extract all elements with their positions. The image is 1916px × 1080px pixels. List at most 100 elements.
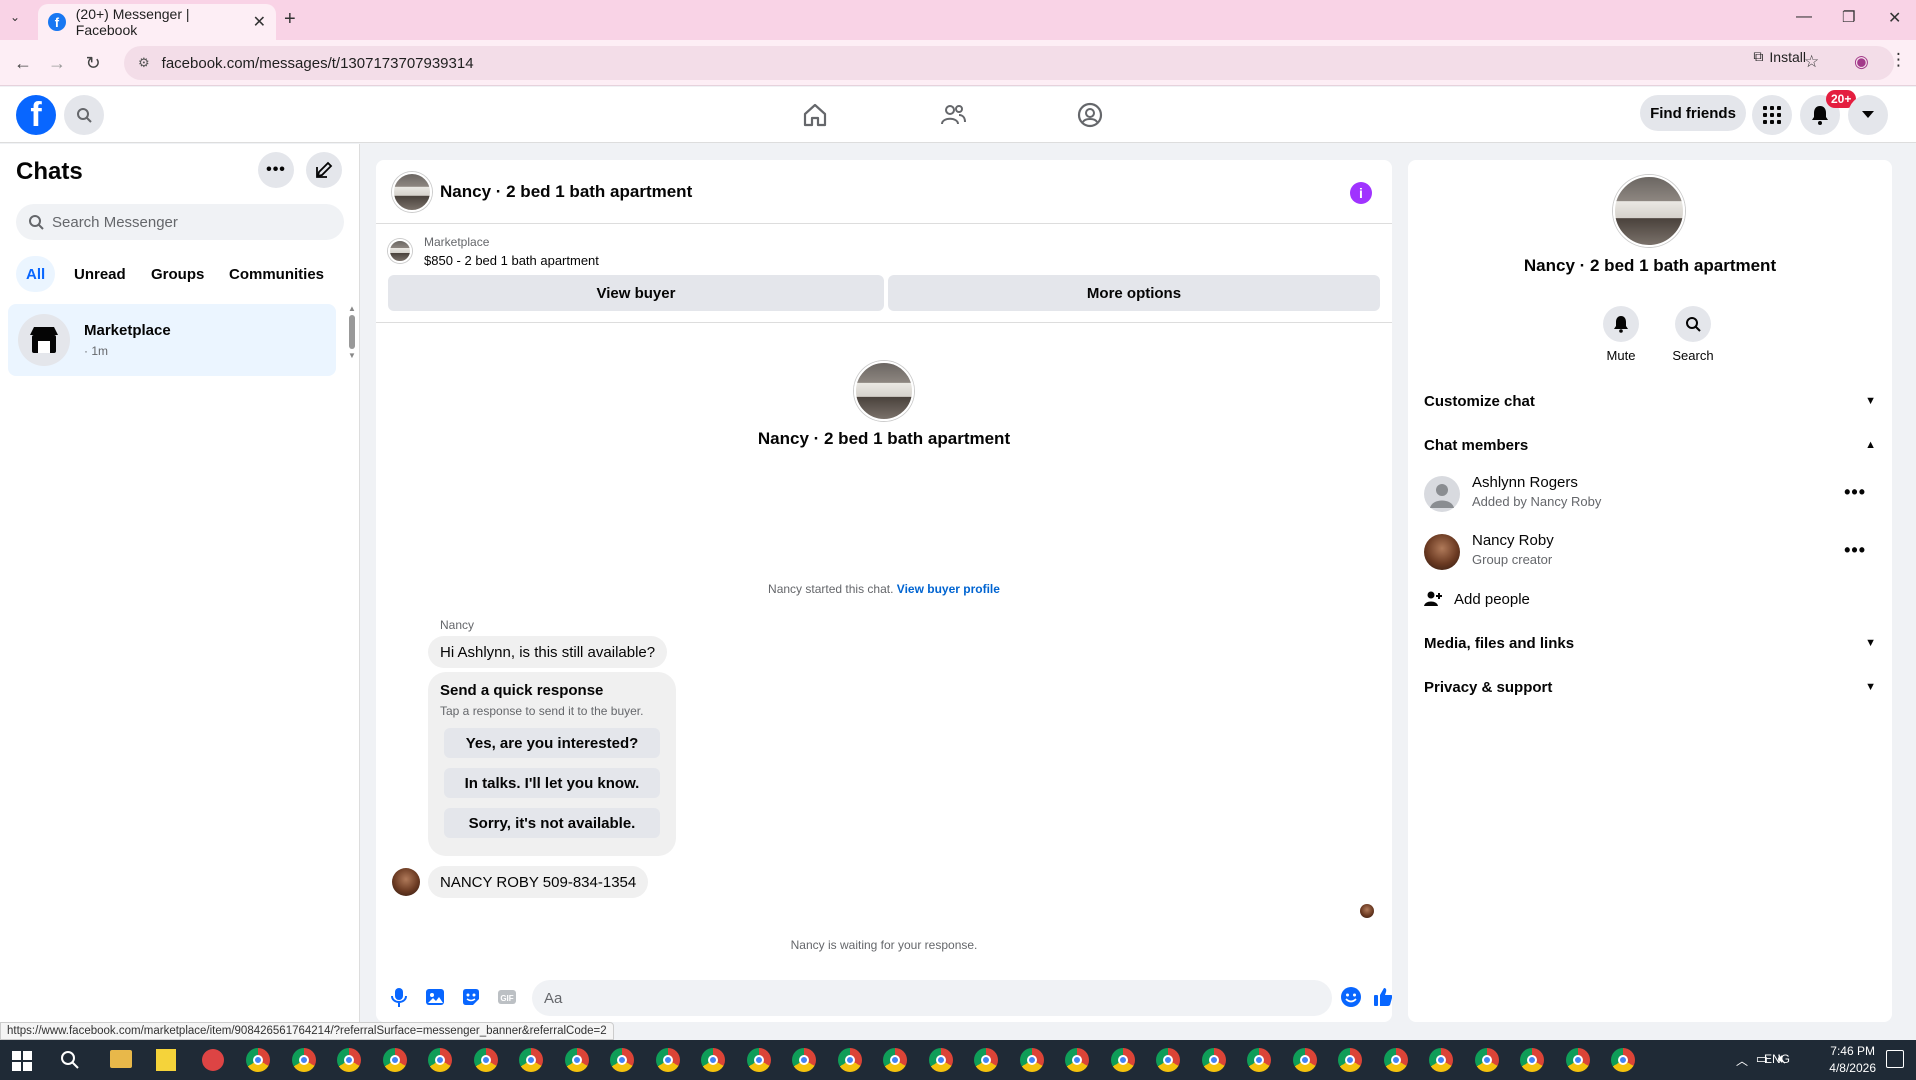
chrome-window-icon[interactable] [974,1048,998,1072]
info-icon[interactable]: i [1350,182,1372,204]
windows-start-icon[interactable] [12,1051,32,1071]
search-icon[interactable] [64,95,104,135]
chrome-window-icon[interactable] [1156,1048,1180,1072]
scroll-down-icon[interactable]: ▼ [348,351,356,360]
file-explorer-icon[interactable] [110,1050,132,1068]
notification-center-icon[interactable] [1886,1050,1904,1068]
media-files-section[interactable]: Media, files and links ▼ [1424,623,1876,663]
member-options-icon[interactable]: ••• [1844,540,1866,561]
chrome-window-icon[interactable] [1019,1048,1044,1072]
install-button[interactable]: ⧉ Install [1753,48,1806,65]
chrome-window-icon[interactable] [1520,1048,1544,1072]
chat-list-scrollbar[interactable]: ▲ ▼ [348,304,356,364]
chrome-window-icon[interactable] [1065,1048,1089,1072]
friends-icon[interactable] [939,101,967,129]
quick-response-yes-button[interactable]: Yes, are you interested? [444,728,660,758]
sticky-notes-icon[interactable] [156,1049,176,1071]
chrome-window-icon[interactable] [837,1048,862,1072]
taskbar-search-icon[interactable] [60,1050,80,1074]
chrome-window-icon[interactable] [246,1048,270,1072]
site-info-icon[interactable]: ⚙ [138,55,150,71]
tray-chevron-icon[interactable]: ︿ [1736,1052,1748,1069]
minimize-icon[interactable]: — [1796,8,1812,26]
new-message-icon[interactable] [306,152,342,188]
customize-chat-section[interactable]: Customize chat ▼ [1424,381,1876,421]
chrome-window-icon[interactable] [928,1048,953,1072]
more-options-button[interactable]: More options [888,275,1380,311]
filter-all[interactable]: All [16,256,56,292]
chrome-window-icon[interactable] [428,1048,452,1072]
sticker-icon[interactable] [460,986,482,1008]
chrome-window-icon[interactable] [519,1048,543,1072]
filter-groups[interactable]: Groups [141,256,214,292]
quick-response-in-talks-button[interactable]: In talks. I'll let you know. [444,768,660,798]
photo-icon[interactable] [424,986,446,1008]
find-friends-button[interactable]: Find friends [1640,95,1746,131]
chrome-window-icon[interactable] [1338,1048,1362,1072]
filter-communities[interactable]: Communities [219,256,334,292]
bookmark-star-icon[interactable]: ☆ [1804,52,1819,72]
member-options-icon[interactable]: ••• [1844,482,1866,503]
view-buyer-profile-link[interactable]: View buyer profile [897,582,1000,596]
app-icon[interactable] [202,1049,224,1071]
quick-response-not-available-button[interactable]: Sorry, it's not available. [444,808,660,838]
chrome-window-icon[interactable] [1201,1048,1226,1072]
chrome-window-icon[interactable] [1292,1048,1317,1072]
reload-icon[interactable]: ↻ [80,50,106,76]
chrome-window-icon[interactable] [792,1048,816,1072]
forward-icon[interactable]: → [44,50,70,76]
message-bubble[interactable]: NANCY ROBY 509-834-1354 [428,866,649,898]
browser-menu-icon[interactable]: ⋮ [1890,50,1907,70]
sender-avatar[interactable] [392,868,420,896]
chrome-window-icon[interactable] [1565,1048,1590,1072]
gif-icon[interactable]: GIF [496,986,518,1008]
language-indicator[interactable]: ENG [1764,1052,1790,1066]
scroll-up-icon[interactable]: ▲ [348,304,356,313]
restore-icon[interactable]: ❐ [1842,8,1855,26]
microphone-icon[interactable] [388,986,410,1008]
privacy-support-section[interactable]: Privacy & support ▼ [1424,667,1876,707]
search-messenger-input[interactable]: Search Messenger [16,204,344,240]
add-people-button[interactable]: Add people [1424,579,1876,619]
tab-search-icon[interactable]: ⌄ [10,10,20,24]
chrome-window-icon[interactable] [1383,1048,1408,1072]
like-icon[interactable] [1372,986,1392,1008]
chrome-window-icon[interactable] [610,1048,634,1072]
tab-close-icon[interactable]: ✕ [253,12,266,32]
chat-item-marketplace[interactable]: Marketplace · 1m [8,304,336,376]
url-input[interactable]: ⚙ facebook.com/messages/t/13071737079393… [124,46,1894,80]
conversation-title[interactable]: Nancy · 2 bed 1 bath apartment [440,182,692,202]
menu-grid-icon[interactable] [1752,95,1792,135]
details-avatar[interactable] [1613,175,1685,247]
message-input[interactable]: Aa [532,980,1332,1016]
chrome-window-icon[interactable] [1474,1048,1499,1072]
mute-button[interactable]: Mute [1591,306,1651,363]
listing-thumbnail[interactable] [388,239,412,263]
chrome-window-icon[interactable] [746,1048,771,1072]
view-buyer-button[interactable]: View buyer [388,275,884,311]
chrome-window-icon[interactable] [1611,1048,1635,1072]
browser-tab[interactable]: f (20+) Messenger | Facebook ✕ [38,4,276,40]
member-row[interactable]: Ashlynn Rogers Added by Nancy Roby ••• [1424,472,1876,520]
chrome-window-icon[interactable] [337,1048,361,1072]
conversation-avatar[interactable] [392,172,432,212]
facebook-logo-icon[interactable]: f [16,95,56,135]
window-close-icon[interactable]: ✕ [1888,8,1901,28]
chat-members-section[interactable]: Chat members ▲ [1424,425,1876,465]
taskbar-clock[interactable]: 7:46 PM 4/8/2026 [1829,1043,1876,1077]
chrome-window-icon[interactable] [564,1048,589,1072]
back-icon[interactable]: ← [10,50,36,76]
profile-icon[interactable]: ◉ [1854,52,1869,72]
member-row[interactable]: Nancy Roby Group creator ••• [1424,530,1876,578]
account-dropdown-icon[interactable] [1848,95,1888,135]
chrome-window-icon[interactable] [382,1048,407,1072]
emoji-icon[interactable] [1340,986,1362,1008]
chrome-window-icon[interactable] [883,1048,907,1072]
filter-unread[interactable]: Unread [64,256,136,292]
message-bubble[interactable]: Hi Ashlynn, is this still available? [428,636,668,668]
chrome-window-icon[interactable] [1110,1048,1135,1072]
chat-options-icon[interactable]: ••• [258,152,294,188]
scroll-thumb[interactable] [349,315,355,349]
chrome-window-icon[interactable] [473,1048,498,1072]
chrome-window-icon[interactable] [1247,1048,1271,1072]
